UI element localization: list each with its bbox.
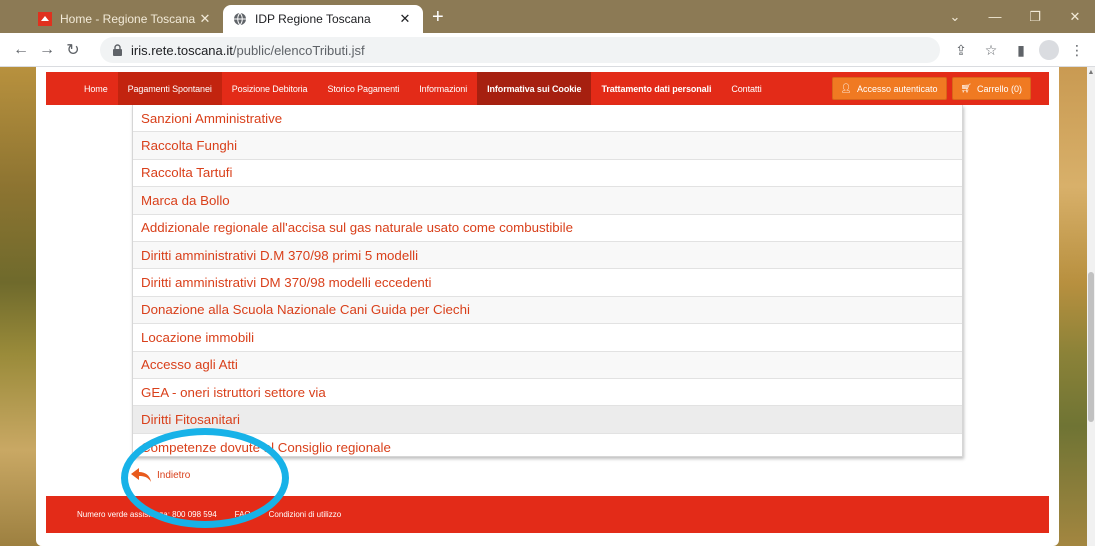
main-navbar: Home Pagamenti Spontanei Posizione Debit… [46, 72, 1049, 105]
minimize-icon[interactable]: — [975, 0, 1015, 33]
list-item[interactable]: Addizionale regionale all'accisa sul gas… [133, 215, 962, 242]
browser-toolbar: ← → ↻ iris.rete.toscana.it/public/elenco… [0, 33, 1095, 67]
close-window-icon[interactable]: ✕ [1055, 0, 1095, 33]
nav-item-home[interactable]: Home [74, 72, 118, 105]
nav-item-storico-pagamenti[interactable]: Storico Pagamenti [317, 72, 409, 105]
address-domain: iris.rete.toscana.it [131, 42, 233, 58]
main-container: Home Pagamenti Spontanei Posizione Debit… [36, 67, 1059, 546]
nav-item-contatti[interactable]: Contatti [721, 72, 771, 105]
profile-avatar-icon[interactable] [1039, 40, 1059, 60]
back-label: Indietro [157, 469, 191, 481]
close-tab-icon[interactable]: ✕ [397, 11, 413, 27]
list-item[interactable]: Accesso agli Atti [133, 351, 962, 379]
page-footer: Numero verde assistenza: 800 098 594 FAQ… [46, 496, 1049, 533]
menu-kebab-icon[interactable]: ⋮ [1065, 37, 1089, 63]
login-label: Accesso autenticato [856, 83, 938, 94]
tributi-list: Sanzioni Amministrative Raccolta Funghi … [132, 105, 963, 457]
cart-label: Carrello (0) [976, 83, 1022, 94]
bookmark-star-icon[interactable]: ☆ [979, 37, 1003, 63]
new-tab-icon[interactable]: + [432, 7, 444, 27]
tab-idp-regione-toscana[interactable]: IDP Regione Toscana ✕ [223, 5, 423, 33]
browser-titlebar: Home - Regione Toscana ✕ IDP Regione Tos… [0, 0, 1095, 33]
page-viewport: Home Pagamenti Spontanei Posizione Debit… [0, 67, 1095, 546]
navbar-actions: 👤︎ Accesso autenticato 🛒︎ Carrello (0) [831, 77, 1031, 100]
nav-item-posizione-debitoria[interactable]: Posizione Debitoria [222, 72, 318, 105]
list-item[interactable]: Competenze dovute al Consiglio regionale [133, 434, 962, 461]
footer-numero-verde: Numero verde assistenza: 800 098 594 [77, 510, 217, 519]
tab-title: Home - Regione Toscana [60, 12, 196, 26]
cart-icon: 🛒︎ [960, 83, 972, 93]
back-link[interactable]: Indietro [130, 467, 190, 483]
cart-button[interactable]: 🛒︎ Carrello (0) [951, 77, 1031, 100]
footer-condizioni-link[interactable]: Condizioni di utilizzo [269, 510, 341, 519]
share-icon[interactable]: ⇪ [949, 37, 973, 63]
background-landscape-left [0, 67, 40, 546]
tab-home-regione-toscana[interactable]: Home - Regione Toscana ✕ [28, 5, 223, 33]
nav-item-informativa-cookie[interactable]: Informativa sui Cookie [477, 72, 592, 105]
regione-toscana-favicon-icon [38, 12, 52, 26]
list-item[interactable]: GEA - oneri istruttori settore via [133, 379, 962, 407]
nav-item-pagamenti-spontanei[interactable]: Pagamenti Spontanei [117, 72, 222, 105]
list-item[interactable]: Locazione immobili [133, 324, 962, 352]
globe-icon [234, 12, 246, 26]
back-arrow-icon [131, 468, 151, 482]
address-bar[interactable]: iris.rete.toscana.it/public/elencoTribut… [100, 37, 940, 63]
back-arrow-icon[interactable]: ← [8, 37, 34, 63]
forward-arrow-icon[interactable]: → [34, 37, 60, 63]
address-path: /public/elencoTributi.jsf [232, 42, 365, 58]
list-item[interactable]: Raccolta Tartufi [133, 160, 962, 188]
side-panel-icon[interactable]: ▮ [1009, 37, 1033, 63]
page-scrollbar[interactable]: ▲ [1087, 67, 1095, 546]
lock-icon [113, 44, 122, 56]
scroll-up-icon[interactable]: ▲ [1087, 69, 1095, 77]
user-icon: 👤︎ [840, 83, 852, 93]
reload-icon[interactable]: ↻ [60, 37, 86, 63]
chevron-down-icon[interactable]: ⌄ [935, 0, 975, 33]
tab-title: IDP Regione Toscana [255, 12, 371, 26]
window-controls: ⌄ — ❐ ✕ [935, 0, 1095, 33]
footer-faq-link[interactable]: FAQ [235, 510, 251, 519]
toolbar-actions: ⇪ ☆ ▮ ⋮ [949, 37, 1089, 63]
list-item[interactable]: Diritti amministrativi DM 370/98 modelli… [133, 269, 962, 297]
list-item[interactable]: Diritti amministrativi D.M 370/98 primi … [133, 241, 962, 270]
list-item[interactable]: Sanzioni Amministrative [133, 105, 962, 133]
list-item-diritti-fitosanitari[interactable]: Diritti Fitosanitari [133, 406, 962, 434]
login-button[interactable]: 👤︎ Accesso autenticato [831, 77, 947, 100]
nav-item-trattamento-dati[interactable]: Trattamento dati personali [591, 72, 721, 105]
list-item[interactable]: Marca da Bollo [133, 187, 962, 215]
scrollbar-thumb[interactable] [1088, 272, 1094, 422]
nav-item-informazioni[interactable]: Informazioni [409, 72, 477, 105]
list-item[interactable]: Raccolta Funghi [133, 132, 962, 160]
list-item[interactable]: Donazione alla Scuola Nazionale Cani Gui… [133, 296, 962, 325]
restore-icon[interactable]: ❐ [1015, 0, 1055, 33]
close-tab-icon[interactable]: ✕ [197, 11, 213, 27]
